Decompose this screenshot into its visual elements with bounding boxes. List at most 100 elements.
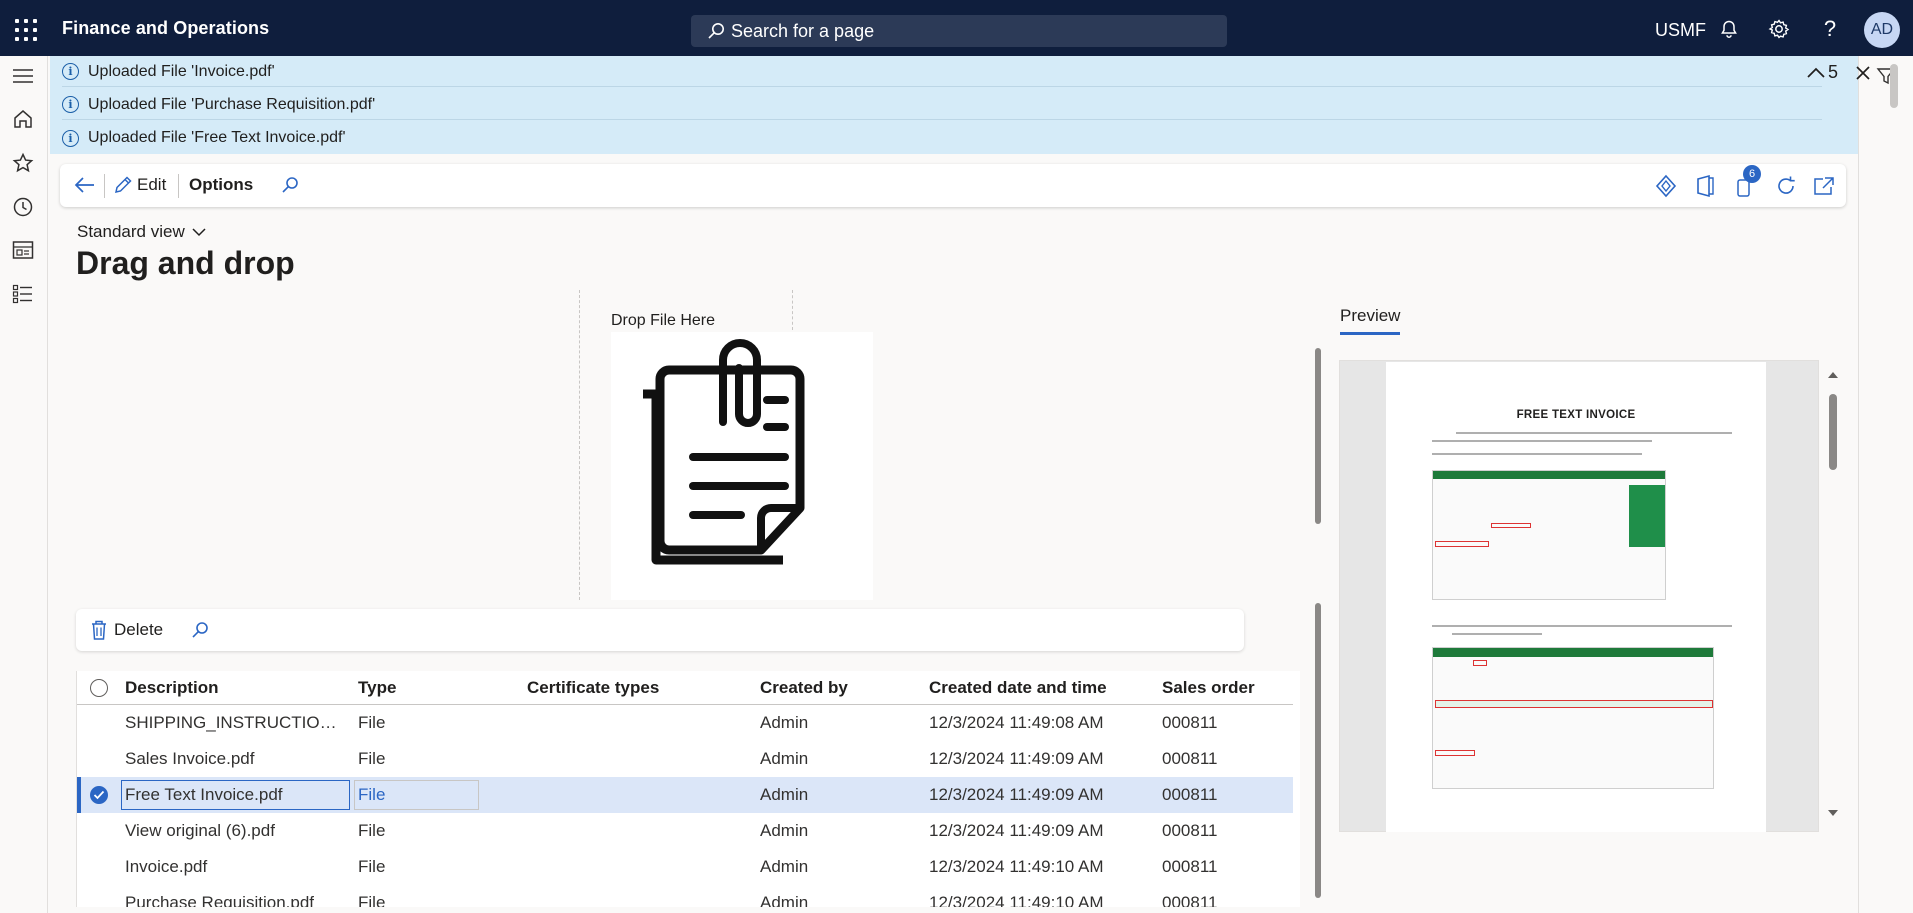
cell-sales-order: 000811 xyxy=(1162,857,1218,876)
edit-label: Edit xyxy=(137,175,167,194)
workspace-icon[interactable] xyxy=(10,237,36,263)
pdf-text-line xyxy=(1432,453,1642,455)
grid-scrollbar[interactable] xyxy=(1315,603,1321,898)
info-icon: i xyxy=(62,129,79,147)
message-item: i Uploaded File 'Invoice.pdf' xyxy=(62,57,1822,87)
cell-sales-order: 000811 xyxy=(1162,749,1218,768)
tab-preview[interactable]: Preview xyxy=(1340,306,1401,335)
table-row[interactable]: SHIPPING_INSTRUCTION_... File Admin 12/3… xyxy=(77,705,1293,741)
message-scrollbar[interactable] xyxy=(1890,64,1898,108)
message-bar: i Uploaded File 'Invoice.pdf' i Uploaded… xyxy=(50,56,1898,154)
grid-header-row: Description Type Certificate types Creat… xyxy=(77,671,1293,705)
chevron-up-icon[interactable] xyxy=(1806,66,1826,80)
column-header-created-by[interactable]: Created by xyxy=(760,678,848,698)
row-select-checkmark[interactable] xyxy=(90,786,108,804)
chevron-down-icon xyxy=(192,228,206,237)
info-icon: i xyxy=(62,96,79,113)
cell-created-date: 12/3/2024 11:49:09 AM xyxy=(929,749,1104,768)
cell-description: SHIPPING_INSTRUCTION_... xyxy=(125,713,345,732)
view-selector[interactable]: Standard view xyxy=(77,222,207,242)
select-all-radio[interactable] xyxy=(90,679,108,697)
column-header-type[interactable]: Type xyxy=(358,678,396,698)
modules-list-icon[interactable] xyxy=(10,281,36,307)
action-search-button[interactable] xyxy=(280,170,300,200)
cell-description: Sales Invoice.pdf xyxy=(125,749,255,768)
cell-type: File xyxy=(358,857,386,876)
delete-button[interactable]: Delete xyxy=(90,615,163,645)
action-pane: Edit Options 6 xyxy=(60,164,1846,207)
table-row[interactable]: Sales Invoice.pdf File Admin 12/3/2024 1… xyxy=(77,741,1293,777)
cell-description: View original (6).pdf xyxy=(125,821,275,840)
gear-icon[interactable] xyxy=(1766,16,1792,42)
app-window: Finance and Operations Search for a page… xyxy=(0,0,1913,913)
pdf-preview-frame[interactable]: FREE TEXT INVOICE xyxy=(1339,360,1819,832)
attachments-button[interactable]: 6 xyxy=(1733,165,1761,201)
company-selector[interactable]: USMF xyxy=(1655,20,1706,41)
search-icon xyxy=(708,23,724,39)
bell-icon[interactable] xyxy=(1716,16,1742,42)
pdf-page: FREE TEXT INVOICE xyxy=(1386,362,1766,832)
search-placeholder: Search for a page xyxy=(731,20,875,41)
preview-scrollbar[interactable] xyxy=(1826,360,1840,832)
back-button[interactable] xyxy=(72,170,96,200)
navigation-rail xyxy=(0,56,48,913)
trash-icon xyxy=(92,620,106,640)
page-search-box[interactable]: Search for a page xyxy=(691,15,1227,47)
grid-toolbar: Delete xyxy=(76,609,1244,651)
cell-description: Free Text Invoice.pdf xyxy=(125,785,283,804)
edit-button[interactable]: Edit xyxy=(112,170,166,200)
message-controls: 5 xyxy=(1806,62,1872,83)
preview-scroll-thumb[interactable] xyxy=(1829,394,1837,470)
divider xyxy=(104,174,105,198)
selection-indicator xyxy=(77,777,81,813)
divider xyxy=(178,174,179,198)
cell-description: Invoice.pdf xyxy=(125,857,208,876)
column-header-certificate-types[interactable]: Certificate types xyxy=(527,678,659,698)
user-avatar[interactable]: AD xyxy=(1864,12,1900,48)
star-icon[interactable] xyxy=(10,150,36,176)
cell-created-by: Admin xyxy=(760,749,809,768)
home-icon[interactable] xyxy=(10,106,36,132)
help-icon[interactable]: ? xyxy=(1817,16,1843,42)
message-item: i Uploaded File 'Purchase Requisition.pd… xyxy=(62,90,1822,120)
app-title[interactable]: Finance and Operations xyxy=(62,18,269,39)
pdf-text-line xyxy=(1452,633,1542,635)
hamburger-icon[interactable] xyxy=(10,63,36,89)
options-tab[interactable]: Options xyxy=(189,170,253,200)
open-new-window-icon[interactable] xyxy=(1812,171,1836,201)
message-text: Uploaded File 'Purchase Requisition.pdf' xyxy=(88,95,376,113)
filter-pane-rail xyxy=(1858,56,1913,913)
table-row[interactable]: View original (6).pdf File Admin 12/3/20… xyxy=(77,813,1293,849)
cell-type: File xyxy=(358,893,386,907)
column-header-sales-order[interactable]: Sales order xyxy=(1162,678,1255,698)
chevron-up-icon[interactable] xyxy=(1826,370,1840,380)
apps-waffle-icon[interactable] xyxy=(10,14,38,42)
page-title: Drag and drop xyxy=(76,245,295,281)
table-row-selected[interactable]: Free Text Invoice.pdf File Admin 12/3/20… xyxy=(77,777,1293,813)
clock-icon[interactable] xyxy=(10,194,36,220)
column-header-description[interactable]: Description xyxy=(125,678,219,698)
cell-created-by: Admin xyxy=(760,713,809,732)
cell-sales-order: 000811 xyxy=(1162,713,1218,732)
search-icon xyxy=(192,622,208,638)
cell-created-by: Admin xyxy=(760,893,809,907)
cell-description: Purchase Requisition.pdf xyxy=(125,893,315,907)
drop-zone-guide xyxy=(792,290,793,330)
drop-zone-scrollbar[interactable] xyxy=(1315,348,1321,524)
table-row[interactable]: Purchase Requisition.pdf File Admin 12/3… xyxy=(77,885,1293,907)
grid-search-button[interactable] xyxy=(190,615,210,645)
cell-created-date: 12/3/2024 11:49:10 AM xyxy=(929,893,1104,907)
close-icon[interactable] xyxy=(1854,64,1872,82)
pdf-embedded-screenshot xyxy=(1432,470,1666,600)
file-drop-area[interactable] xyxy=(611,332,873,600)
pdf-document-title: FREE TEXT INVOICE xyxy=(1516,409,1636,421)
chevron-down-icon[interactable] xyxy=(1826,808,1840,818)
column-header-created-date[interactable]: Created date and time xyxy=(929,678,1107,698)
message-text: Uploaded File 'Free Text Invoice.pdf' xyxy=(88,129,346,146)
refresh-icon[interactable] xyxy=(1774,171,1798,201)
table-row[interactable]: Invoice.pdf File Admin 12/3/2024 11:49:1… xyxy=(77,849,1293,885)
pdf-text-line xyxy=(1432,625,1732,627)
power-apps-icon[interactable] xyxy=(1654,171,1678,201)
cell-created-by: Admin xyxy=(760,821,809,840)
office-icon[interactable] xyxy=(1694,171,1716,201)
